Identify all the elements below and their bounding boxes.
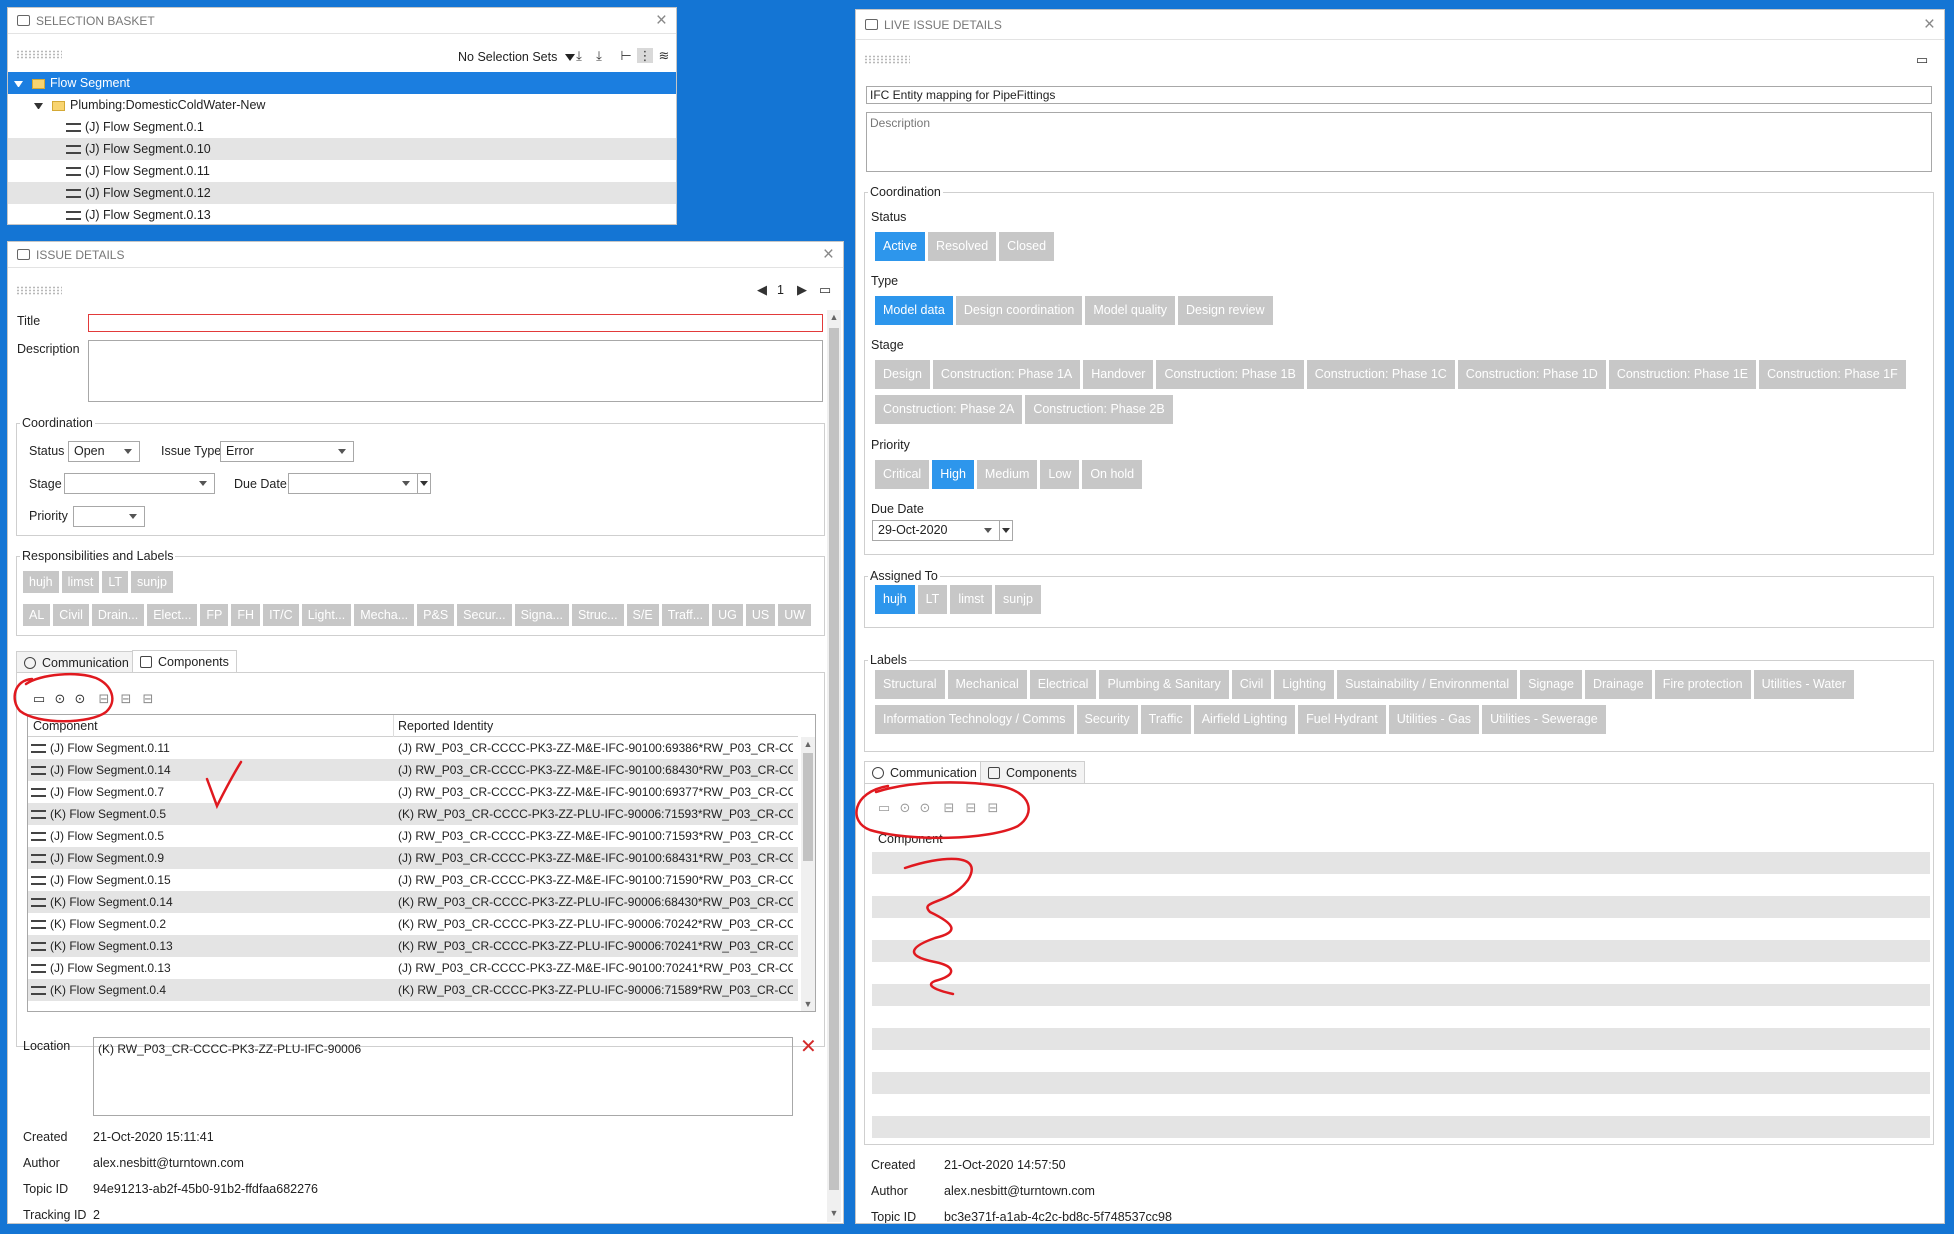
annotation-checkmark bbox=[205, 760, 243, 810]
annotation-circle-left bbox=[13, 672, 1030, 996]
annotation-ellipse-left bbox=[13, 672, 114, 723]
annotation-ellipse-right bbox=[855, 781, 1030, 840]
annotation-squiggle bbox=[903, 857, 973, 996]
